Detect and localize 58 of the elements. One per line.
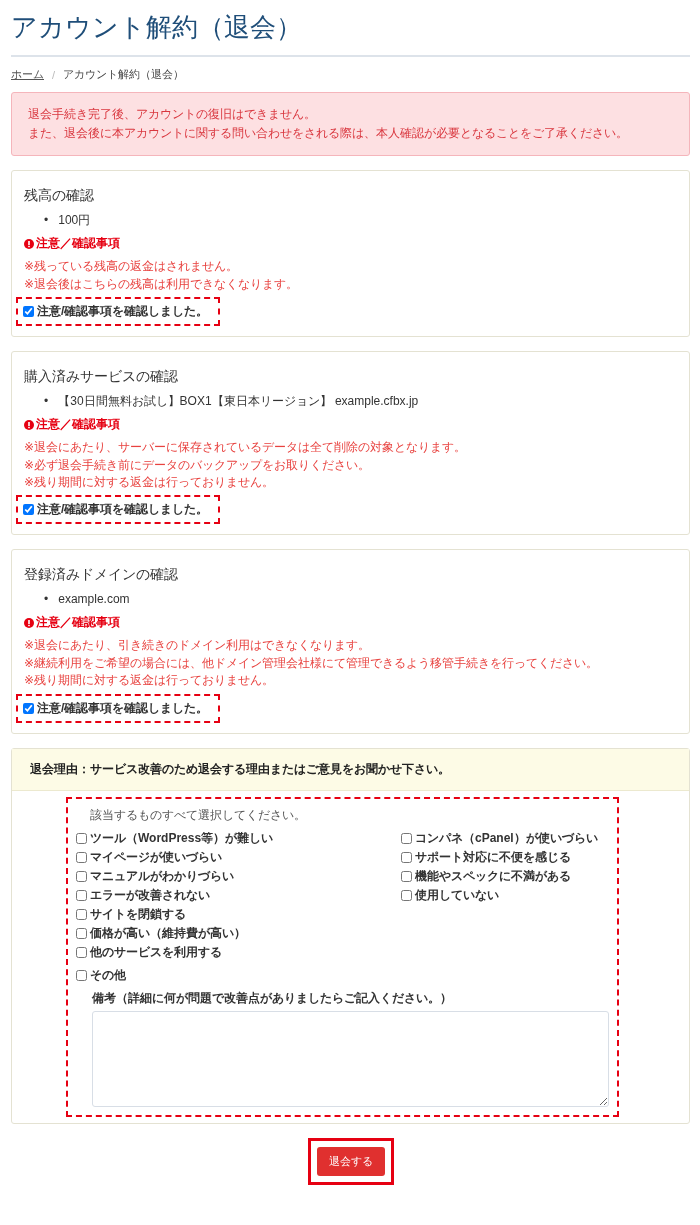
checkbox-option[interactable]: ツール（WordPress等）が難しい xyxy=(76,829,401,847)
checkbox-option[interactable]: 機能やスペックに不満がある xyxy=(401,867,609,885)
breadcrumb-link[interactable]: ホーム xyxy=(11,67,44,82)
list-item: 100円 xyxy=(58,212,91,230)
notice-title: 注意／確認事項 xyxy=(36,614,120,632)
checkbox[interactable] xyxy=(401,851,412,863)
checkbox-option[interactable]: その他 xyxy=(76,966,609,984)
checkbox-option[interactable]: 注意/確認事項を確認しました。 xyxy=(23,699,209,717)
checkbox-option[interactable]: 他のサービスを利用する xyxy=(76,943,401,961)
checkbox[interactable] xyxy=(76,889,87,901)
checkbox-option[interactable]: エラーが改善されない xyxy=(76,886,401,904)
checkbox[interactable] xyxy=(401,870,412,882)
checkbox[interactable] xyxy=(76,832,87,844)
reasons-heading: 退会理由：サービス改善のため退会する理由またはご意見をお聞かせ下さい。 xyxy=(12,748,689,791)
checkbox[interactable] xyxy=(76,908,87,920)
checkbox-option[interactable]: 価格が高い（維持費が高い） xyxy=(76,924,401,942)
notice-text: ※退会にあたり、引き続きのドメイン利用はできなくなります。 ※継続利用をご希望の場合には、他ドメイン管理会社様にて管理できるよう移管手続きを行ってください。 ※残り期間に対する返金は行っておりません。 xyxy=(24,637,600,690)
page-title: アカウント解約（退会） xyxy=(11,8,690,57)
exclamation-icon xyxy=(24,419,34,430)
section-heading: 購入済みサービスの確認 xyxy=(24,368,179,387)
checkbox-option[interactable]: サポート対応に不便を感じる xyxy=(401,848,609,866)
hint-text: 該当するものすべて選択してください。 xyxy=(89,806,307,824)
remarks-label: 備考（詳細に何が問題で改善点がありましたらご記入ください。） xyxy=(91,989,453,1007)
checkbox[interactable] xyxy=(23,702,34,714)
checkbox[interactable] xyxy=(76,927,87,939)
checkbox-option[interactable]: マイページが使いづらい xyxy=(76,848,401,866)
bullet: • xyxy=(44,591,49,609)
checkbox[interactable] xyxy=(23,504,34,516)
checkbox[interactable] xyxy=(23,306,34,318)
breadcrumb-current: アカウント解約（退会） xyxy=(63,67,185,82)
exclamation-icon xyxy=(24,617,34,628)
checkbox[interactable] xyxy=(76,870,87,882)
checkbox-option[interactable]: 注意/確認事項を確認しました。 xyxy=(23,501,209,519)
warning-alert: 退会手続き完了後、アカウントの復旧はできません。 また、退会後に本アカウントに関する問い合わせをされる際は、本人確認が必要となることをご了承ください。 xyxy=(11,92,690,157)
notice-title: 注意／確認事項 xyxy=(36,235,120,253)
checkbox-option[interactable]: 注意/確認事項を確認しました。 xyxy=(23,303,209,321)
bullet: • xyxy=(44,393,49,411)
withdraw-button[interactable]: 退会する xyxy=(316,1146,385,1176)
checkbox-option[interactable]: マニュアルがわかりづらい xyxy=(76,867,401,885)
notice-text: ※退会にあたり、サーバーに保存されているデータは全て削除の対象となります。 ※必ず退会手続き前にデータのバックアップをお取りください。 ※残り期間に対する返金は行っておりません。 xyxy=(24,439,468,491)
notice-title: 注意／確認事項 xyxy=(36,416,120,434)
checkbox-option[interactable]: 使用していない xyxy=(401,886,609,904)
list-item: 【30日間無料お試し】BOX1【東日本リージョン】 example.cfbx.jp xyxy=(58,393,419,411)
bullet: • xyxy=(44,212,49,230)
exclamation-icon xyxy=(24,238,34,249)
checkbox-option[interactable]: コンパネ（cPanel）が使いづらい xyxy=(401,829,609,847)
checkbox[interactable] xyxy=(401,889,412,901)
section-heading: 登録済みドメインの確認 xyxy=(24,566,179,585)
section-heading: 残高の確認 xyxy=(24,187,95,206)
checkbox[interactable] xyxy=(401,832,412,844)
checkbox[interactable] xyxy=(76,851,87,863)
checkbox-option[interactable]: サイトを閉鎖する xyxy=(76,905,401,923)
remarks-field[interactable] xyxy=(92,1010,609,1107)
checkbox[interactable] xyxy=(76,946,87,958)
breadcrumb-separator: / xyxy=(52,68,56,81)
checkbox[interactable] xyxy=(76,969,87,981)
notice-text: ※残っている残高の返金はされません。 ※退会後はこちらの残高は利用できなくなります。 xyxy=(24,258,300,293)
list-item: example.com xyxy=(58,591,130,609)
